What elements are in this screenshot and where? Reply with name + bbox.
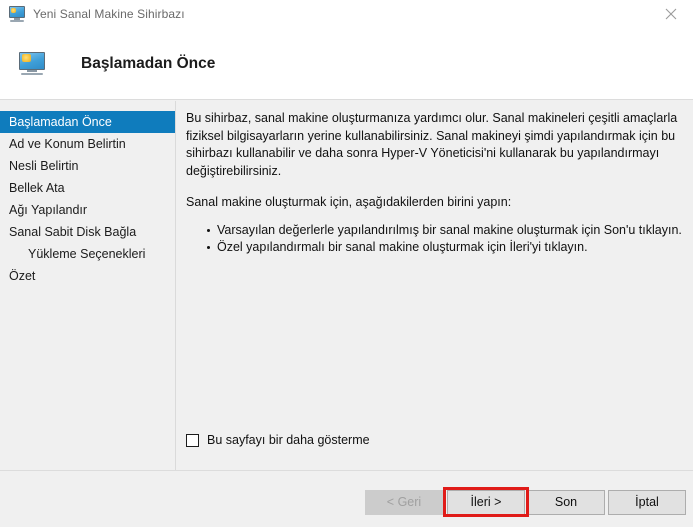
sidebar-item-connect-virtual-hard-disk[interactable]: Sanal Sabit Disk Bağla	[0, 221, 175, 243]
virtual-machine-monitor-icon	[19, 51, 45, 76]
new-virtual-machine-wizard-window: Yeni Sanal Makine Sihirbazı Başlamadan Ö…	[0, 0, 693, 527]
virtual-machine-monitor-icon	[9, 6, 25, 22]
next-button[interactable]: İleri >	[447, 490, 525, 515]
sidebar-item-specify-generation[interactable]: Nesli Belirtin	[0, 155, 175, 177]
back-button[interactable]: < Geri	[365, 490, 443, 515]
wizard-footer: < Geri İleri > Son İptal	[0, 470, 693, 527]
cancel-button[interactable]: İptal	[608, 490, 686, 515]
wizard-step-list: Başlamadan Önce Ad ve Konum Belirtin Nes…	[0, 101, 176, 470]
sidebar-item-before-you-begin[interactable]: Başlamadan Önce	[0, 111, 175, 133]
do-not-show-again-checkbox[interactable]	[186, 433, 199, 447]
sidebar-item-summary[interactable]: Özet	[0, 265, 175, 287]
page-header: Başlamadan Önce	[0, 28, 693, 100]
finish-button[interactable]: Son	[527, 490, 605, 515]
list-item: Varsayılan değerlerle yapılandırılmış bi…	[207, 222, 682, 240]
window-title: Yeni Sanal Makine Sihirbazı	[33, 7, 185, 21]
list-item: Özel yapılandırmalı bir sanal makine olu…	[207, 239, 679, 257]
do-not-show-again-row[interactable]: Bu sayfayı bir daha gösterme	[186, 433, 370, 447]
title-bar: Yeni Sanal Makine Sihirbazı	[0, 0, 693, 28]
close-icon	[665, 8, 676, 20]
sidebar-item-installation-options[interactable]: Yükleme Seçenekleri	[0, 243, 175, 265]
sidebar-item-assign-memory[interactable]: Bellek Ata	[0, 177, 175, 199]
wizard-content: Bu sihirbaz, sanal makine oluşturmanıza …	[177, 101, 693, 470]
intro-paragraph: Bu sihirbaz, sanal makine oluşturmanıza …	[186, 111, 678, 178]
wizard-body: Başlamadan Önce Ad ve Konum Belirtin Nes…	[0, 101, 693, 470]
page-title: Başlamadan Önce	[81, 54, 216, 72]
close-button[interactable]	[648, 0, 693, 28]
sidebar-item-configure-networking[interactable]: Ağı Yapılandır	[0, 199, 175, 221]
option-bullet-list: Varsayılan değerlerle yapılandırılmış bi…	[186, 222, 682, 257]
instruction-paragraph: Sanal makine oluşturmak için, aşağıdakil…	[186, 195, 512, 209]
do-not-show-again-label: Bu sayfayı bir daha gösterme	[207, 433, 370, 447]
sidebar-item-specify-name-and-location[interactable]: Ad ve Konum Belirtin	[0, 133, 175, 155]
